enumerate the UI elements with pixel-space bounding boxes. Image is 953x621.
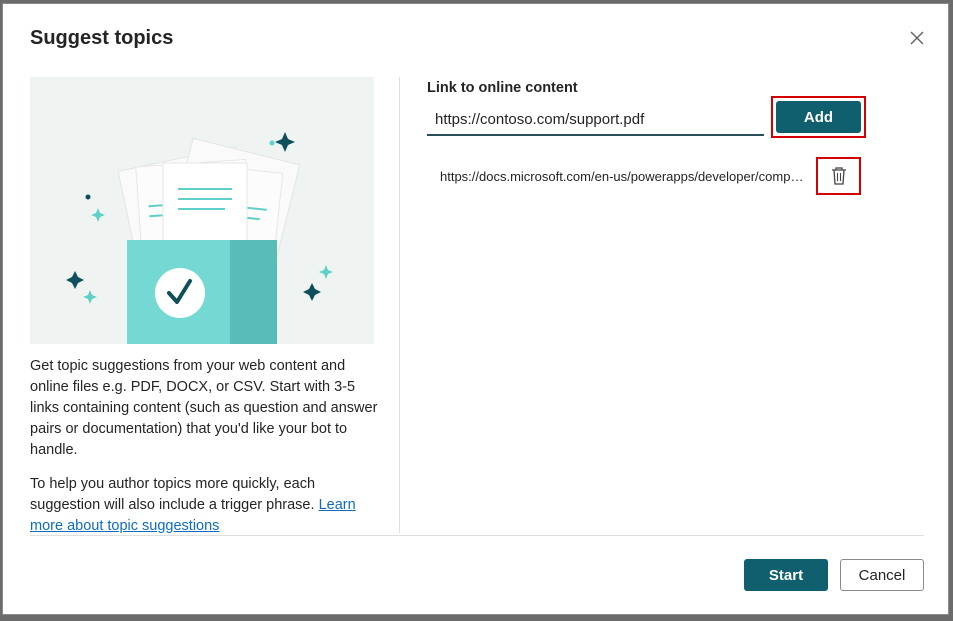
url-input[interactable]	[427, 104, 764, 136]
trash-icon[interactable]	[830, 166, 848, 186]
description-paragraph-2-text: To help you author topics more quickly, …	[30, 476, 319, 513]
suggest-topics-dialog: Suggest topics Get topic suggestions fro…	[2, 3, 949, 615]
vertical-divider	[399, 77, 400, 533]
footer-divider	[30, 535, 924, 536]
link-label: Link to online content	[427, 80, 578, 96]
dialog-title: Suggest topics	[30, 27, 174, 49]
description-paragraph-2: To help you author topics more quickly, …	[30, 474, 380, 537]
description: Get topic suggestions from your web cont…	[30, 356, 380, 537]
folder-documents-illustration	[66, 132, 333, 344]
description-paragraph-1: Get topic suggestions from your web cont…	[30, 358, 378, 458]
link-item-url: https://docs.microsoft.com/en-us/powerap…	[440, 169, 810, 184]
cancel-button[interactable]: Cancel	[840, 559, 924, 591]
start-button[interactable]: Start	[744, 559, 828, 591]
close-icon[interactable]	[907, 28, 927, 48]
illustration	[30, 77, 374, 344]
add-button[interactable]: Add	[776, 101, 861, 133]
